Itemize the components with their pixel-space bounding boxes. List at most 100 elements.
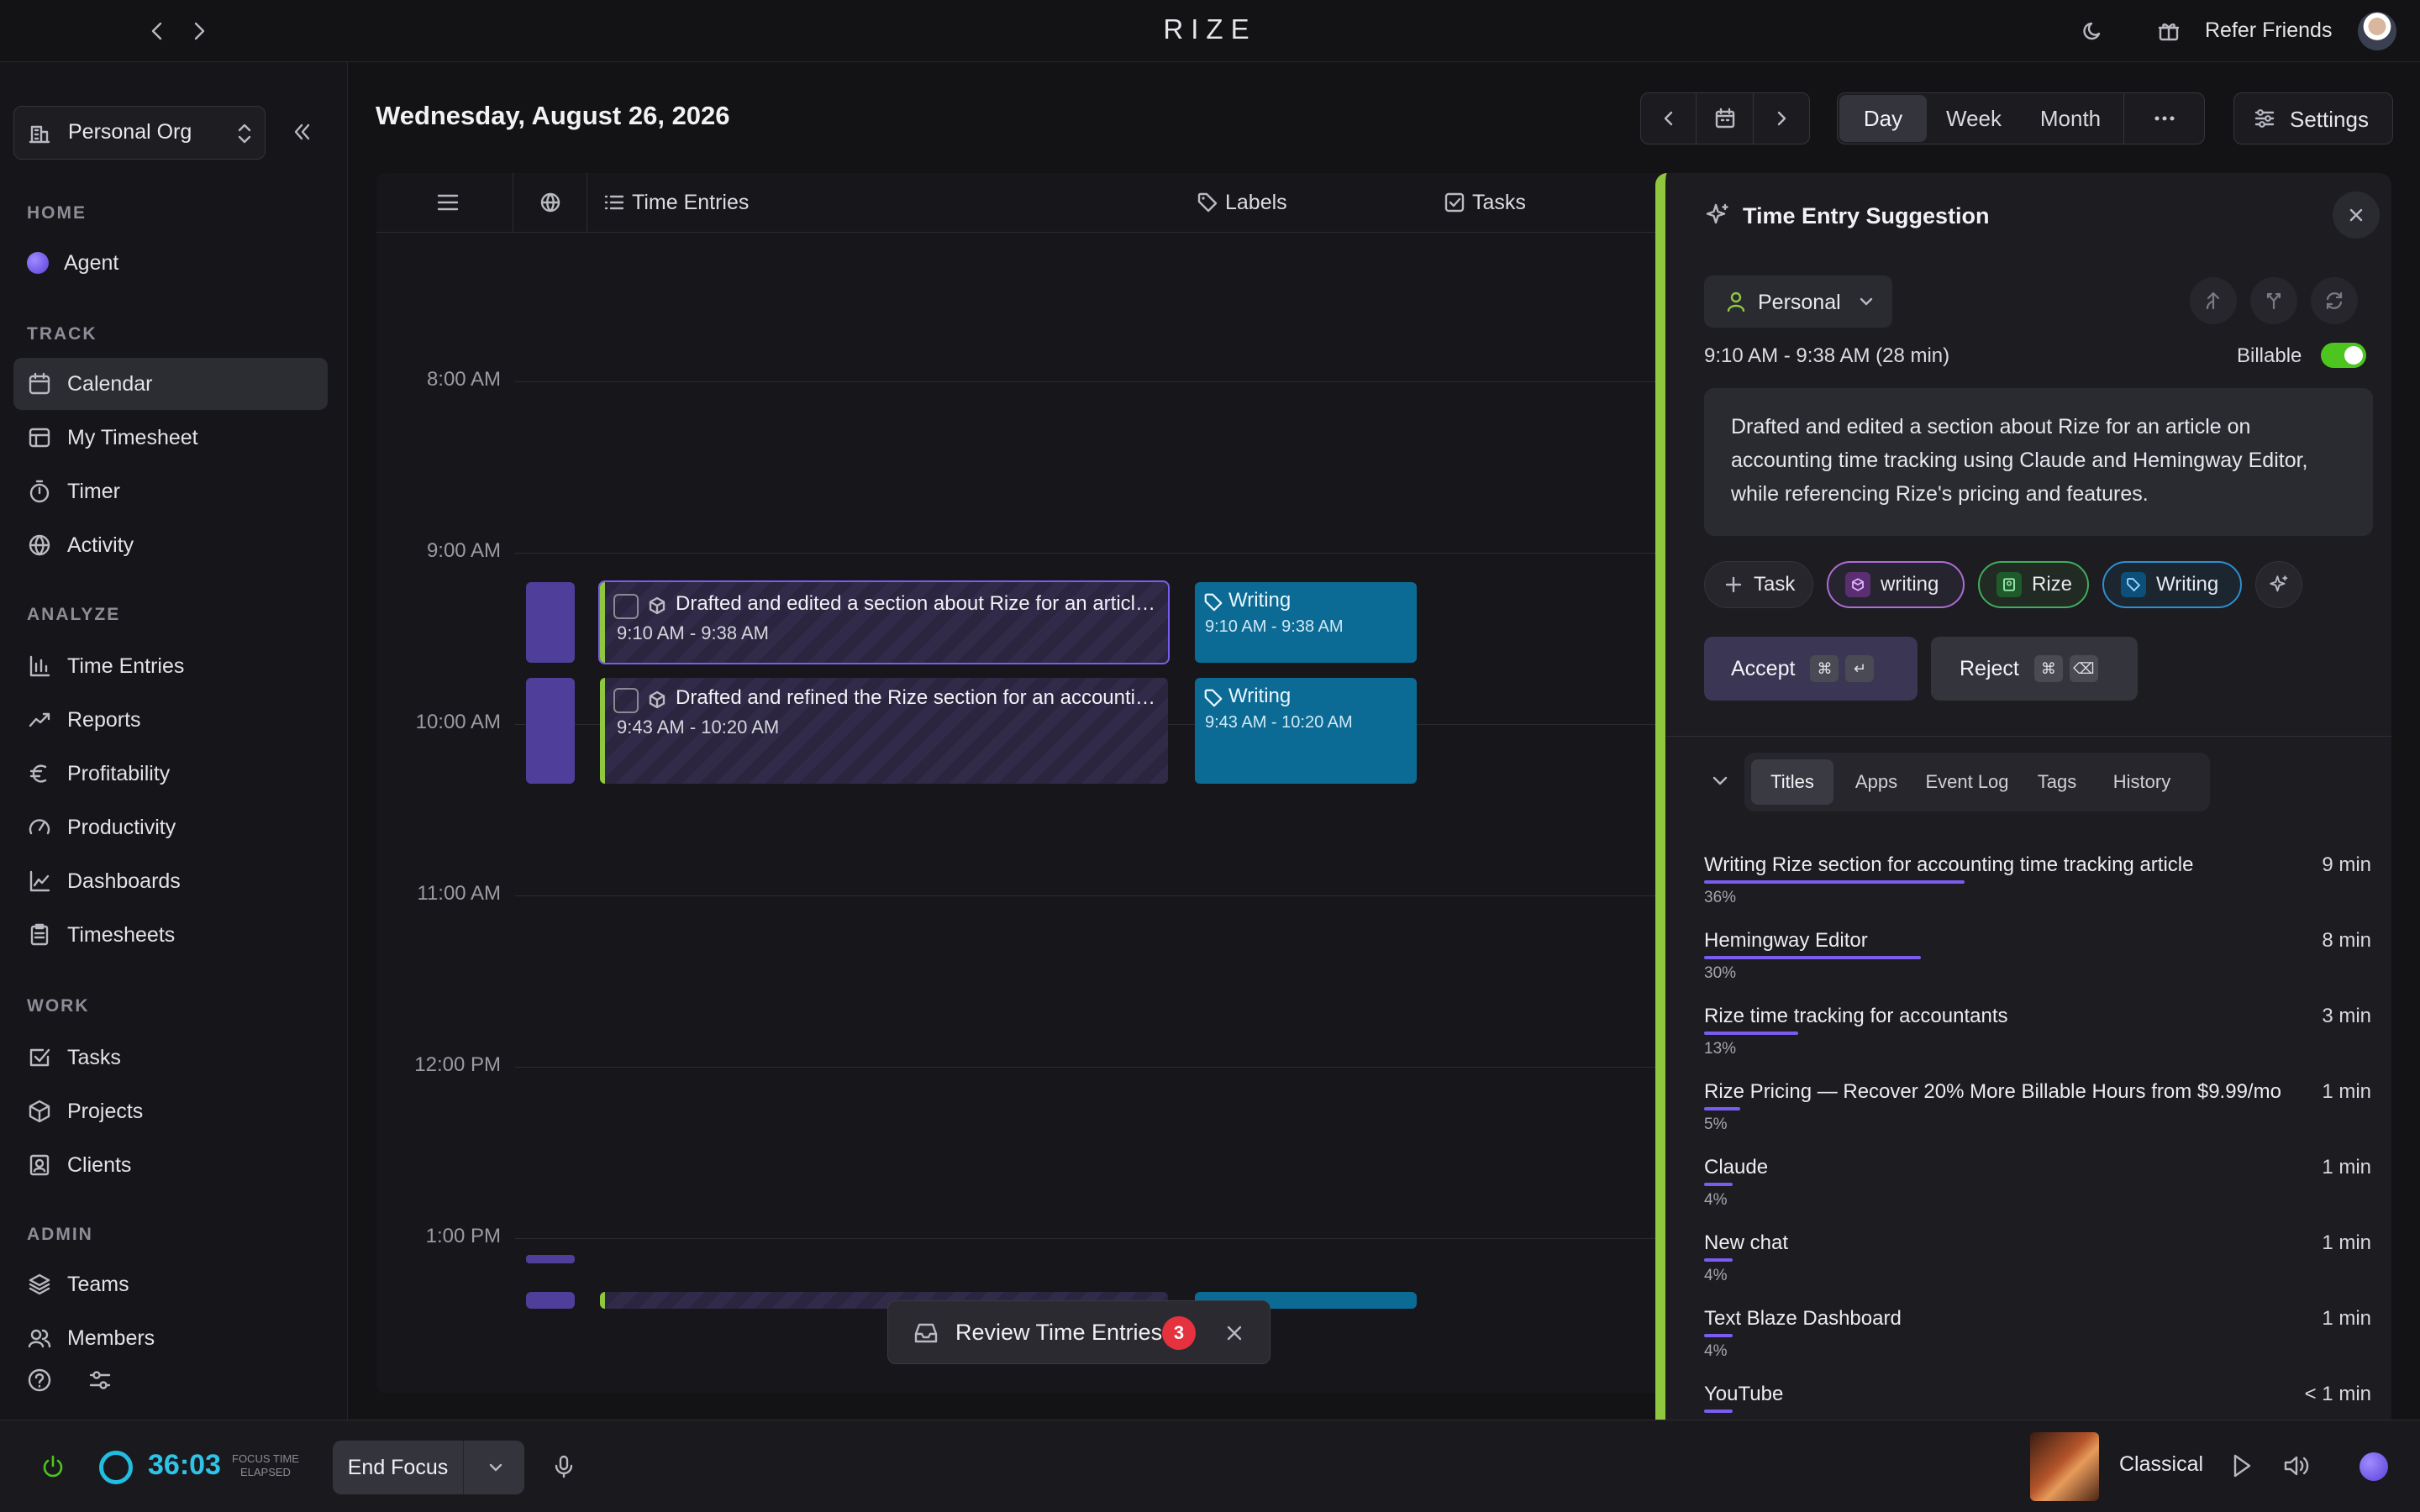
sidebar-item-timer[interactable]: Timer: [13, 465, 328, 517]
split-button[interactable]: [2250, 277, 2297, 324]
sidebar-item-projects[interactable]: Projects: [13, 1085, 328, 1137]
billable-toggle[interactable]: [2321, 343, 2366, 368]
activity-block[interactable]: [526, 1292, 575, 1309]
sidebar-item-label: Reports: [67, 707, 141, 732]
tab-event-log[interactable]: Event Log: [1914, 759, 2020, 805]
agent-orb-icon[interactable]: [2360, 1452, 2388, 1481]
sidebar-item-clients[interactable]: Clients: [13, 1139, 328, 1191]
tab-day[interactable]: Day: [1839, 95, 1927, 142]
sidebar-item-my-timesheet[interactable]: My Timesheet: [13, 412, 328, 464]
activity-block[interactable]: [526, 1255, 575, 1263]
sidebar-item-dashboards[interactable]: Dashboards: [13, 855, 328, 907]
activity-block[interactable]: [526, 678, 575, 784]
sidebar-item-agent[interactable]: Agent: [13, 237, 328, 289]
more-horizontal-icon: [2154, 116, 2175, 121]
section-analyze: ANALYZE: [27, 605, 121, 624]
chevron-up-down-icon: [238, 123, 251, 144]
hour-line: [515, 895, 1687, 896]
client-tag[interactable]: Rize: [1978, 561, 2089, 608]
sliders-icon[interactable]: [87, 1368, 113, 1393]
view-switcher: Day Week Month: [1837, 92, 2205, 144]
next-day-button[interactable]: [1754, 93, 1811, 144]
settings-button[interactable]: Settings: [2233, 92, 2393, 144]
menu-icon[interactable]: [435, 190, 460, 215]
activity-block[interactable]: [526, 582, 575, 663]
entry-checkbox[interactable]: [613, 688, 639, 713]
title-row[interactable]: Claude 1 min 4%: [1704, 1156, 2371, 1223]
tab-titles[interactable]: Titles: [1751, 759, 1833, 805]
collapse-details-icon[interactable]: [1709, 769, 1731, 791]
title-row[interactable]: YouTube < 1 min: [1704, 1383, 2371, 1420]
tab-week[interactable]: Week: [1928, 95, 2019, 142]
sidebar-item-label: Productivity: [67, 815, 176, 839]
client-name: Personal: [1758, 291, 1841, 314]
prev-day-button[interactable]: [1641, 93, 1697, 144]
user-avatar[interactable]: [2358, 12, 2396, 50]
client-select[interactable]: Personal: [1704, 276, 1892, 328]
entry-checkbox[interactable]: [613, 594, 639, 619]
sidebar-item-tasks[interactable]: Tasks: [13, 1032, 328, 1084]
close-toast-icon[interactable]: [1223, 1321, 1246, 1345]
calendar-grid: Time Entries Labels Tasks 8:00 AM 9:00 A…: [376, 173, 1687, 1393]
title-row[interactable]: Hemingway Editor 8 min 30%: [1704, 929, 2371, 996]
reject-label: Reject: [1960, 656, 2019, 680]
gift-icon[interactable]: [2156, 18, 2181, 44]
trend-icon: [29, 712, 50, 727]
help-icon[interactable]: [27, 1368, 52, 1393]
column-labels: Labels: [1197, 173, 1287, 232]
sidebar-item-teams[interactable]: Teams: [13, 1258, 328, 1310]
regenerate-button[interactable]: [2311, 277, 2358, 324]
title-row[interactable]: New chat 1 min 4%: [1704, 1231, 2371, 1299]
microphone-icon[interactable]: [553, 1454, 575, 1479]
tab-month[interactable]: Month: [2019, 95, 2122, 142]
sidebar-item-time-entries[interactable]: Time Entries: [13, 640, 328, 692]
add-task-button[interactable]: Task: [1704, 561, 1813, 608]
review-toast[interactable]: Review Time Entries 3: [887, 1300, 1270, 1364]
label-tag[interactable]: Writing: [2102, 561, 2242, 608]
tab-history[interactable]: History: [2096, 759, 2188, 805]
reject-button[interactable]: Reject ⌘ ⌫: [1931, 637, 2138, 701]
time-entry-card[interactable]: Drafted and refined the Rize section for…: [600, 678, 1168, 784]
project-tag[interactable]: writing: [1827, 561, 1965, 608]
sidebar-item-reports[interactable]: Reports: [13, 694, 328, 746]
end-focus-dropdown[interactable]: [467, 1441, 524, 1494]
date-picker-button[interactable]: [1697, 93, 1754, 144]
org-name: Personal Org: [68, 120, 192, 144]
sidebar-item-profitability[interactable]: Profitability: [13, 748, 328, 800]
sidebar-item-label: Time Entries: [67, 654, 185, 678]
globe-icon[interactable]: [539, 192, 561, 213]
back-arrow-icon[interactable]: [145, 18, 170, 44]
accept-button[interactable]: Accept ⌘ ↵: [1704, 637, 1918, 701]
chevron-down-icon: [1860, 297, 1873, 306]
entry-description[interactable]: Drafted and edited a section about Rize …: [1704, 388, 2373, 536]
title-row[interactable]: Text Blaze Dashboard 1 min 4%: [1704, 1307, 2371, 1374]
collapse-sidebar-icon[interactable]: [289, 119, 314, 144]
ai-suggest-button[interactable]: [2255, 561, 2302, 608]
sidebar-item-activity[interactable]: Activity: [13, 519, 328, 571]
title-row[interactable]: Writing Rize section for accounting time…: [1704, 853, 2371, 921]
sidebar-item-calendar[interactable]: Calendar: [13, 358, 328, 410]
tab-apps[interactable]: Apps: [1842, 759, 1911, 805]
volume-icon[interactable]: [2282, 1452, 2311, 1479]
sidebar-item-timesheets[interactable]: Timesheets: [13, 909, 328, 961]
title-row[interactable]: Rize Pricing — Recover 20% More Billable…: [1704, 1080, 2371, 1147]
forward-arrow-icon[interactable]: [187, 18, 212, 44]
tab-tags[interactable]: Tags: [2023, 759, 2091, 805]
sidebar-item-members[interactable]: Members: [13, 1312, 328, 1364]
merge-button[interactable]: [2190, 277, 2237, 324]
title-share-bar: [1704, 1183, 1733, 1186]
label-block[interactable]: Writing 9:10 AM - 9:38 AM: [1195, 582, 1417, 663]
refer-friends-link[interactable]: Refer Friends: [2205, 18, 2332, 43]
label-block[interactable]: Writing 9:43 AM - 10:20 AM: [1195, 678, 1417, 784]
dark-mode-moon-icon[interactable]: [2081, 18, 2106, 44]
play-icon[interactable]: [2228, 1452, 2254, 1479]
power-icon[interactable]: [40, 1454, 66, 1479]
sidebar-item-productivity[interactable]: Productivity: [13, 801, 328, 853]
org-switcher[interactable]: Personal Org: [13, 106, 266, 160]
more-views-button[interactable]: [2123, 93, 2204, 144]
close-panel-button[interactable]: [2333, 192, 2380, 239]
time-entry-card[interactable]: Drafted and edited a section about Rize …: [598, 580, 1170, 664]
end-focus-button[interactable]: End Focus: [333, 1441, 464, 1494]
entry-title: Drafted and refined the Rize section for…: [676, 686, 1163, 709]
title-row[interactable]: Rize time tracking for accountants 3 min 1…: [1704, 1005, 2371, 1072]
